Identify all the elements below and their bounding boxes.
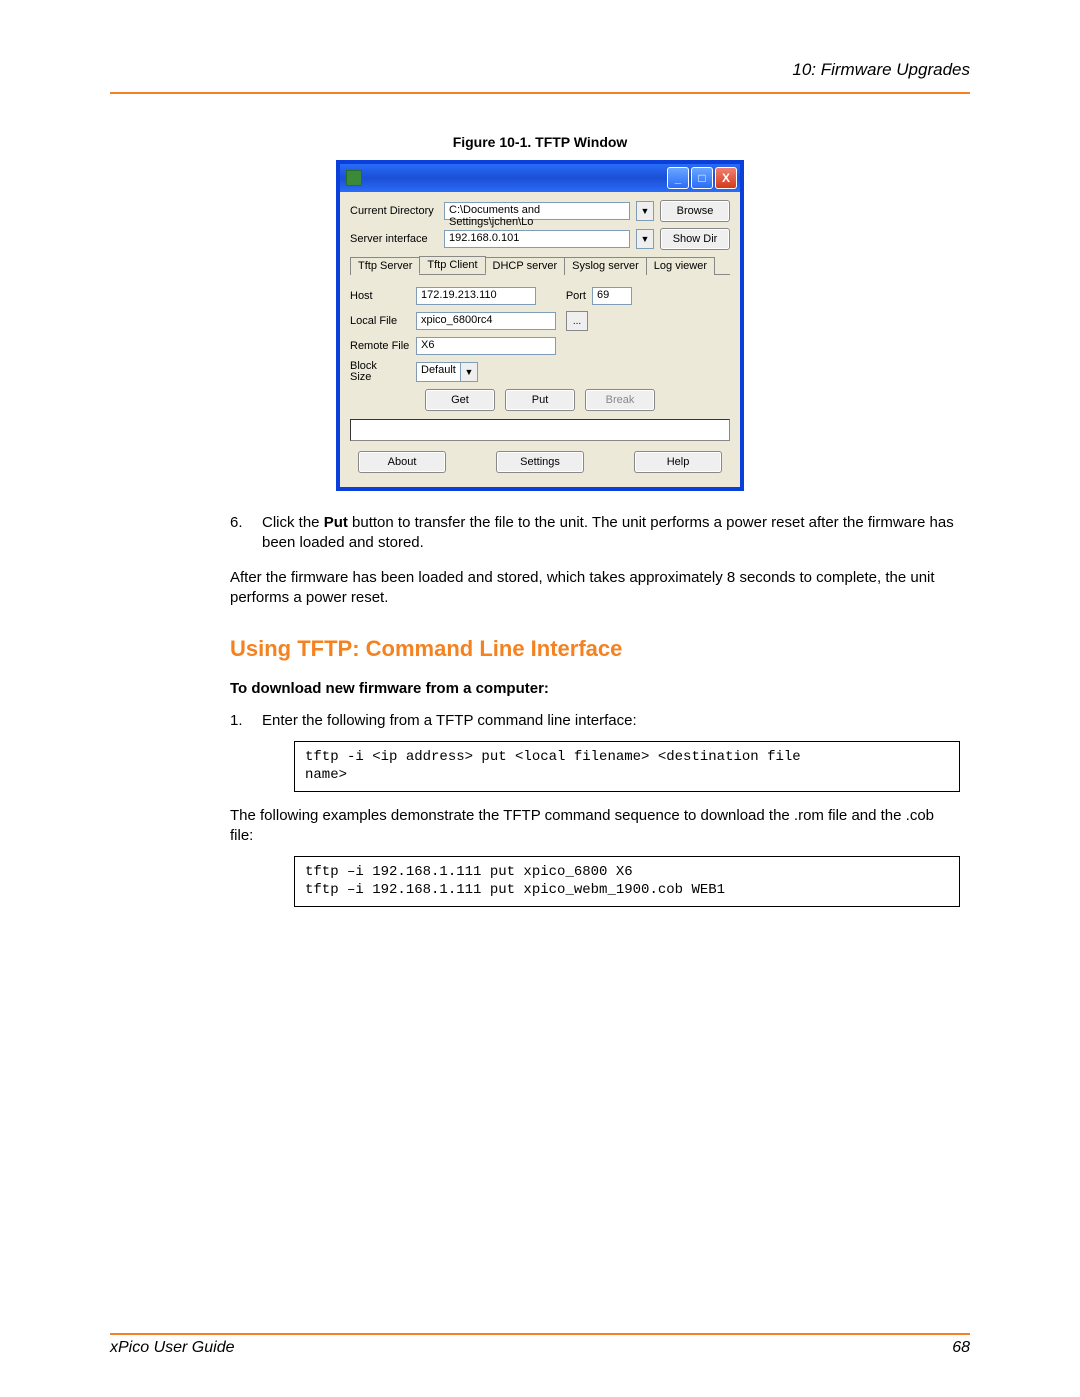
figure-caption: Figure 10-1. TFTP Window: [110, 134, 970, 150]
titlebar: _ □ X: [340, 164, 740, 192]
tab-tftp-client[interactable]: Tftp Client: [419, 256, 485, 274]
about-button[interactable]: About: [358, 451, 446, 473]
host-label: Host: [350, 290, 410, 302]
examples-paragraph: The following examples demonstrate the T…: [230, 806, 960, 847]
tftp-window: _ □ X Current Directory C:\Documents and…: [336, 160, 744, 491]
chapter-title: 10: Firmware Upgrades: [110, 60, 970, 84]
show-dir-button[interactable]: Show Dir: [660, 228, 730, 250]
port-input[interactable]: 69: [592, 287, 632, 305]
code-block-1: tftp -i <ip address> put <local filename…: [294, 741, 960, 791]
block-size-dropdown[interactable]: ▼: [460, 363, 477, 381]
settings-button[interactable]: Settings: [496, 451, 584, 473]
tab-tftp-server[interactable]: Tftp Server: [350, 257, 420, 275]
footer-page: 68: [952, 1339, 970, 1357]
block-size-select[interactable]: Default ▼: [416, 362, 478, 382]
current-directory-input[interactable]: C:\Documents and Settings\jchen\Lo: [444, 202, 630, 220]
close-button[interactable]: X: [715, 167, 737, 189]
get-button[interactable]: Get: [425, 389, 495, 411]
port-label: Port: [556, 290, 586, 302]
step-6-text-a: Click the: [262, 514, 324, 531]
maximize-button[interactable]: □: [691, 167, 713, 189]
footer-guide: xPico User Guide: [110, 1339, 235, 1357]
step-6-bold: Put: [324, 514, 348, 531]
server-interface-label: Server interface: [350, 233, 438, 245]
step-6-text-b: button to transfer the file to the unit.…: [262, 514, 954, 551]
server-interface-input[interactable]: 192.168.0.101: [444, 230, 630, 248]
after-paragraph: After the firmware has been loaded and s…: [230, 568, 960, 609]
block-size-value: Default: [417, 363, 460, 381]
step-6: 6. Click the Put button to transfer the …: [230, 513, 960, 554]
step-6-number: 6.: [230, 513, 258, 554]
tab-log-viewer[interactable]: Log viewer: [646, 257, 715, 275]
tab-bar: Tftp Server Tftp Client DHCP server Sysl…: [350, 256, 730, 275]
step-1-number: 1.: [230, 711, 258, 731]
minimize-button[interactable]: _: [667, 167, 689, 189]
step-1: 1. Enter the following from a TFTP comma…: [230, 711, 960, 731]
footer-rule: [110, 1333, 970, 1335]
app-icon: [346, 170, 362, 186]
put-button[interactable]: Put: [505, 389, 575, 411]
local-file-input[interactable]: xpico_6800rc4: [416, 312, 556, 330]
local-file-label: Local File: [350, 315, 410, 327]
server-interface-dropdown[interactable]: ▼: [636, 229, 654, 249]
host-input[interactable]: 172.19.213.110: [416, 287, 536, 305]
local-file-browse-button[interactable]: ...: [566, 311, 588, 331]
code-block-2: tftp –i 192.168.1.111 put xpico_6800 X6 …: [294, 856, 960, 906]
current-directory-dropdown[interactable]: ▼: [636, 201, 654, 221]
remote-file-input[interactable]: X6: [416, 337, 556, 355]
current-directory-label: Current Directory: [350, 205, 438, 217]
subheading: To download new firmware from a computer…: [230, 680, 960, 697]
progress-bar: [350, 419, 730, 441]
tab-dhcp-server[interactable]: DHCP server: [485, 257, 566, 275]
section-heading: Using TFTP: Command Line Interface: [230, 636, 970, 662]
help-button[interactable]: Help: [634, 451, 722, 473]
step-1-text: Enter the following from a TFTP command …: [258, 711, 960, 731]
break-button[interactable]: Break: [585, 389, 655, 411]
browse-button[interactable]: Browse: [660, 200, 730, 222]
tab-syslog-server[interactable]: Syslog server: [564, 257, 647, 275]
header-rule: [110, 92, 970, 94]
block-size-label: Block Size: [350, 361, 410, 383]
remote-file-label: Remote File: [350, 340, 410, 352]
